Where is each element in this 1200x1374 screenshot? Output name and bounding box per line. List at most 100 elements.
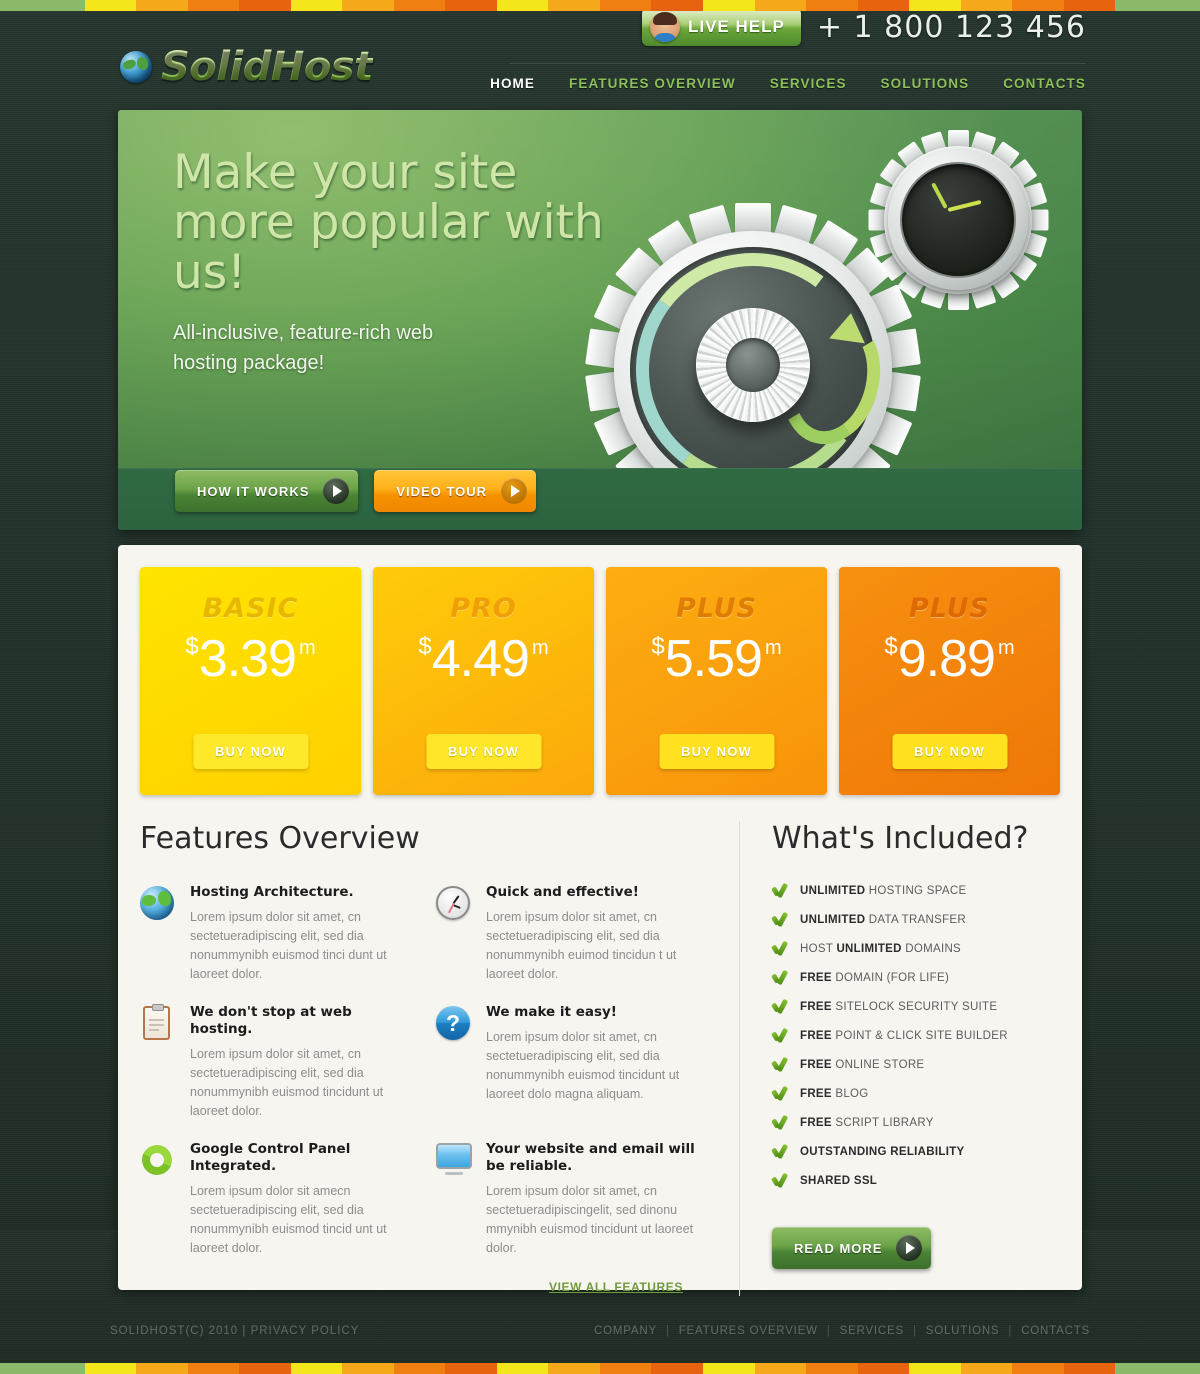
footer-link-solutions[interactable]: SOLUTIONS — [926, 1325, 1000, 1337]
strip-block — [857, 0, 910, 11]
question-mark-icon: ? — [436, 1006, 474, 1044]
included-item: UNLIMITED HOSTING SPACE — [772, 884, 1060, 898]
feature-title: We make it easy! — [486, 1004, 617, 1020]
price-amount: 4.49 — [431, 630, 530, 688]
strip-block — [1115, 0, 1200, 11]
site-logo[interactable]: SolidHost — [120, 44, 373, 90]
view-all-features-link[interactable]: VIEW ALL FEATURES — [549, 1280, 683, 1294]
globe-icon — [140, 886, 178, 924]
clock-icon — [436, 886, 474, 924]
strip-block — [1115, 1363, 1200, 1374]
price-amount: 3.39 — [198, 630, 297, 688]
included-label: FREE SITELOCK SECURITY SUITE — [800, 1001, 998, 1013]
strip-block — [0, 1363, 85, 1374]
feature-item: Quick and effective! Lorem ipsum dolor si… — [436, 884, 708, 984]
features-row: Hosting Architecture. Lorem ipsum dolor s… — [140, 884, 709, 984]
pricing-card: PRO $4.49 m BUY NOW — [373, 567, 594, 795]
features-row: Google Control Panel Integrated. Lorem ip… — [137, 1140, 709, 1258]
included-label: FREE BLOG — [800, 1088, 869, 1100]
price-period: m — [997, 637, 1015, 659]
plan-price: $3.39 m — [140, 629, 361, 689]
strip-block — [548, 0, 600, 11]
plan-name: BASIC — [202, 593, 299, 624]
buy-now-button[interactable]: BUY NOW — [659, 734, 774, 769]
strip-block — [0, 0, 85, 11]
footer-navigation: COMPANY | FEATURES OVERVIEW | SERVICES | SOLUT… — [594, 1325, 1090, 1337]
feature-body: Lorem ipsum dolor sit amecn sectetueradi… — [190, 1184, 387, 1255]
clock-icon — [888, 150, 1028, 290]
strip-block — [84, 1363, 137, 1374]
strip-block — [651, 1363, 703, 1374]
features-title: Features Overview — [140, 821, 420, 856]
footer-link-features-overview[interactable]: FEATURES OVERVIEW — [679, 1325, 818, 1337]
nav-divider — [510, 63, 1086, 64]
strip-block — [239, 1363, 291, 1374]
buy-now-button[interactable]: BUY NOW — [892, 734, 1007, 769]
strip-block — [136, 0, 188, 11]
strip-block — [84, 0, 137, 11]
included-label: FREE POINT & CLICK SITE BUILDER — [800, 1030, 1008, 1042]
check-icon — [772, 884, 789, 898]
footer-separator: | — [826, 1325, 831, 1337]
strip-block — [187, 1363, 240, 1374]
hero-buttons: HOW IT WORKS VIDEO TOUR — [175, 470, 537, 512]
strip-block — [548, 1363, 600, 1374]
feature-item: ? We make it easy! Lorem ipsum dolor sit a… — [436, 1004, 708, 1121]
feature-title: Your website and email will be reliable. — [486, 1141, 695, 1174]
footer-link-company[interactable]: COMPANY — [594, 1325, 657, 1337]
nav-item-services[interactable]: SERVICES — [770, 76, 847, 91]
features-column: Features Overview Hosting Architecture. L… — [137, 821, 740, 1296]
strip-block — [290, 1363, 343, 1374]
buy-now-button[interactable]: BUY NOW — [193, 734, 308, 769]
check-icon — [772, 971, 789, 985]
strip-block — [1012, 1363, 1064, 1374]
footer-link-contacts[interactable]: CONTACTS — [1021, 1325, 1090, 1337]
pricing-plans: BASIC $3.39 m BUY NOW PRO $4.49 m BUY NOW PLUS $5… — [140, 567, 1060, 795]
support-agent-avatar — [649, 12, 680, 42]
nav-item-contacts[interactable]: CONTACTS — [1003, 76, 1086, 91]
feature-body: Lorem ipsum dolor sit amet, cn sectetuer… — [486, 1030, 680, 1101]
nav-item-solutions[interactable]: SOLUTIONS — [881, 76, 970, 91]
globe-icon — [120, 51, 152, 83]
strip-block — [599, 1363, 652, 1374]
strip-block — [342, 1363, 394, 1374]
currency-symbol: $ — [884, 633, 898, 660]
clipboard-icon — [140, 1004, 178, 1044]
included-item: FREE SCRIPT LIBRARY — [772, 1116, 1060, 1130]
included-column: What's Included? UNLIMITED HOSTING SPACE… — [740, 821, 1060, 1296]
included-item: FREE DOMAIN (FOR LIFE) — [772, 971, 1060, 985]
included-item: FREE POINT & CLICK SITE BUILDER — [772, 1029, 1060, 1043]
live-help-label: LIVE HELP — [687, 17, 785, 36]
pricing-card: PLUS $5.59 m BUY NOW — [606, 567, 827, 795]
video-tour-button[interactable]: VIDEO TOUR — [374, 470, 537, 512]
top-color-strip — [0, 0, 1200, 11]
read-more-button[interactable]: READ MORE — [772, 1227, 932, 1269]
plan-price: $9.89 m — [839, 629, 1060, 689]
feature-body: Lorem ipsum dolor sit amet, cn sectetuer… — [190, 910, 387, 981]
check-icon — [772, 1029, 789, 1043]
how-it-works-label: HOW IT WORKS — [197, 483, 310, 499]
pricing-card: BASIC $3.39 m BUY NOW — [140, 567, 361, 795]
strip-block — [342, 0, 394, 11]
video-tour-label: VIDEO TOUR — [396, 483, 488, 499]
feature-title: We don't stop at web hosting. — [190, 1004, 352, 1037]
nav-item-features-overview[interactable]: FEATURES OVERVIEW — [569, 76, 736, 91]
live-help-button[interactable]: LIVE HELP — [641, 8, 801, 46]
included-item: FREE SITELOCK SECURITY SUITE — [772, 1000, 1060, 1014]
strip-block — [754, 1363, 807, 1374]
plan-price: $4.49 m — [373, 629, 594, 689]
strip-block — [806, 1363, 858, 1374]
refresh-cycle-icon — [137, 1140, 178, 1181]
feature-body: Lorem ipsum dolor sit amet, cn sectetuer… — [486, 1184, 694, 1255]
footer-link-services[interactable]: SERVICES — [840, 1325, 904, 1337]
feature-item: Google Control Panel Integrated. Lorem ip… — [137, 1140, 412, 1258]
price-amount: 9.89 — [897, 630, 996, 688]
strip-block — [239, 0, 291, 11]
nav-item-home[interactable]: HOME — [490, 76, 535, 91]
included-item: SHARED SSL — [772, 1174, 1060, 1188]
how-it-works-button[interactable]: HOW IT WORKS — [175, 470, 359, 512]
buy-now-button[interactable]: BUY NOW — [426, 734, 541, 769]
included-label: HOST UNLIMITED DOMAINS — [800, 943, 962, 955]
check-icon — [772, 1000, 789, 1014]
strip-block — [1063, 0, 1116, 11]
